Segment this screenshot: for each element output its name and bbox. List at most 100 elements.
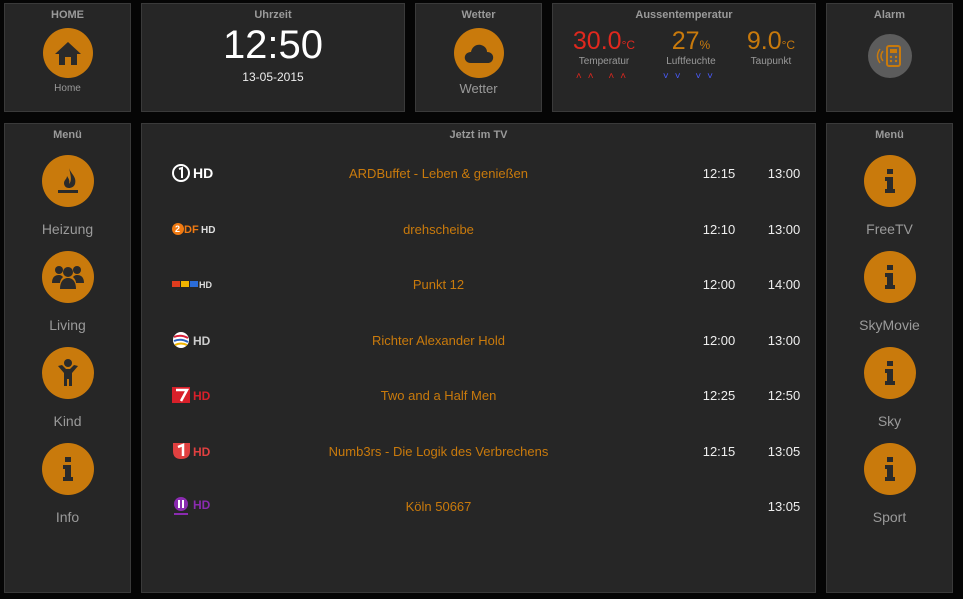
tv-end-time: 13:05 [767,443,801,459]
dewpoint-label: Taupunkt [750,56,792,67]
menu-label-sport: Sport [872,509,907,525]
kabeleins-logo: HD [172,441,220,461]
weather-button[interactable] [453,28,504,78]
svg-text:HD: HD [199,280,212,290]
people-icon [51,266,84,289]
tv-start-time: 12:00 [702,276,736,292]
temperature-value: 30.0 [572,27,622,55]
tv-row[interactable]: HD Richter Alexander Hold 12:00 13:00 [142,328,815,352]
tv-end-time: 13:00 [767,332,801,348]
menu-item-living[interactable]: Living [5,251,130,333]
clock: 12:50 [222,23,324,67]
tv-start-time: 12:15 [702,443,736,459]
menu-label-living: Living [49,317,86,333]
humidity-unit: % [699,38,711,52]
menu-item-sport[interactable]: Sport [827,443,952,525]
tv-row[interactable]: HD ARDBuffet - Leben & genießen 12:15 13… [142,161,815,185]
tv-start-time: 12:10 [702,221,736,237]
prosieben-logo: HD [172,385,220,405]
date: 13-05-2015 [242,70,304,84]
dewpoint-readout: 9.0°C Taupunkt [747,27,795,82]
tv-title: Jetzt im TV [449,129,508,141]
svg-text:HD: HD [193,334,211,348]
temperature-readout: 30.0°C Temperatur ˄˄ ˄˄ [573,27,635,82]
menu-label-info: Info [55,509,80,525]
svg-text:2: 2 [175,224,180,234]
humidity-readout: 27% Luftfeuchte ˅˅ ˅˅ [663,27,719,82]
menu-label-heizung: Heizung [41,221,94,237]
tv-end-time: 14:00 [767,276,801,292]
temperature-unit: °C [621,38,636,52]
sat1-logo: HD [172,330,220,350]
left-menu-panel: Menü Heizung Living Kind Info [4,123,131,593]
tv-show-title: Numb3rs - Die Logik des Verbrechens [328,443,549,459]
weather-panel: Wetter Wetter [415,3,542,112]
svg-text:HD: HD [193,445,211,459]
svg-text:DF: DF [184,224,199,236]
menu-item-skymovie[interactable]: SkyMovie [827,251,952,333]
tv-row[interactable]: 2 DF HD drehscheibe 12:10 13:00 [142,217,815,241]
tv-end-time: 13:00 [767,165,801,181]
home-panel: HOME Home [4,3,131,112]
info-icon [884,361,895,385]
info-icon [62,457,73,481]
home-button[interactable] [42,28,93,78]
tv-start-time: 12:15 [702,165,736,181]
menu-label-skymovie: SkyMovie [859,317,920,333]
child-icon [57,359,78,386]
menu-item-freetv[interactable]: FreeTV [827,155,952,237]
rtl-logo: HD [172,274,220,294]
weather-label: Wetter [459,81,498,96]
ard-logo: HD [172,163,220,183]
left-menu-title: Menü [53,129,82,141]
menu-item-sky[interactable]: Sky [827,347,952,429]
outdoor-title: Aussentemperatur [635,9,733,21]
right-menu-panel: Menü FreeTV SkyMovie Sky Sport [826,123,953,593]
menu-label-kind: Kind [53,413,82,429]
tv-show-title: Köln 50667 [405,498,472,514]
menu-item-kind[interactable]: Kind [5,347,130,429]
trend-down-icon: ˅˅ ˅˅ [662,71,720,82]
dewpoint-unit: °C [781,38,796,52]
rtl2-logo: HD [172,496,220,516]
info-icon [884,265,895,289]
trend-up-icon: ˄˄ ˄˄ [575,71,633,82]
svg-text:HD: HD [201,225,215,236]
cloud-icon [464,44,493,63]
tv-row[interactable]: HD Numb3rs - Die Logik des Verbrechens 1… [142,439,815,463]
alarm-panel: Alarm [826,3,953,112]
home-icon [54,42,81,65]
menu-item-heizung[interactable]: Heizung [5,155,130,237]
tv-show-title: Two and a Half Men [380,387,497,403]
temperature-label: Temperatur [578,56,630,67]
tv-start-time: 12:25 [702,387,736,403]
time-panel: Uhrzeit 12:50 13-05-2015 [141,3,405,112]
weather-title: Wetter [461,9,496,21]
tv-show-title: drehscheibe [403,221,474,237]
outdoor-panel: Aussentemperatur 30.0°C Temperatur ˄˄ ˄˄… [552,3,816,112]
tv-end-time: 13:05 [767,498,801,514]
time-title: Uhrzeit [254,9,292,21]
menu-label-sky: Sky [877,413,902,429]
flame-icon [57,168,78,193]
svg-text:HD: HD [193,165,213,181]
alarm-button[interactable] [867,34,912,78]
menu-item-info[interactable]: Info [5,443,130,525]
tv-row[interactable]: HD Two and a Half Men 12:25 12:50 [142,383,815,407]
tv-row[interactable]: HD Köln 50667 13:05 [142,494,815,518]
tv-show-title: ARDBuffet - Leben & genießen [349,165,528,181]
tv-end-time: 13:00 [767,221,801,237]
menu-label-freetv: FreeTV [866,221,913,237]
zdf-logo: 2 DF HD [172,219,220,239]
humidity-value: 27 [671,27,700,55]
humidity-label: Luftfeuchte [666,56,716,67]
tv-panel: Jetzt im TV HD ARDBuffet - Leben & genie… [141,123,816,593]
tv-show-title: Punkt 12 [412,276,465,292]
svg-text:HD: HD [193,498,211,512]
home-title: HOME [51,9,84,21]
tv-row[interactable]: HD Punkt 12 12:00 14:00 [142,272,815,296]
home-label: Home [54,83,81,94]
right-menu-title: Menü [875,129,904,141]
alarm-title: Alarm [873,9,906,21]
alarm-keypad-icon [876,45,901,67]
